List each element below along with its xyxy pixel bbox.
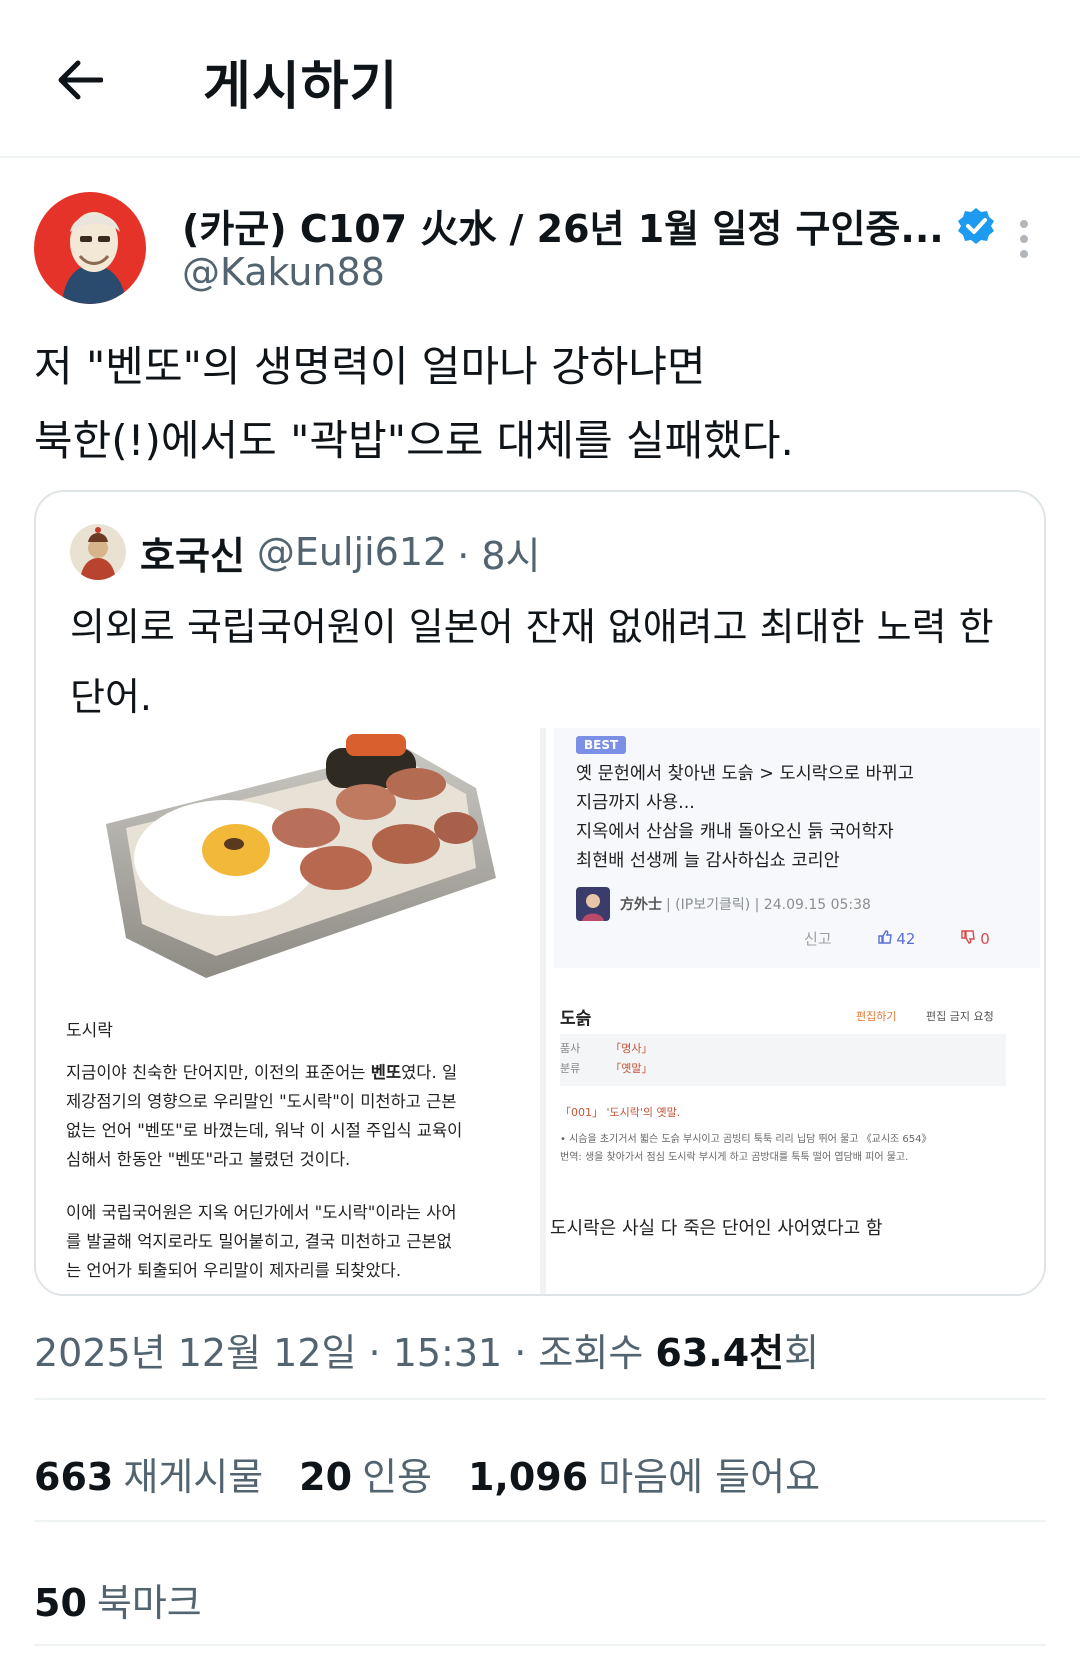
author-name-text: (카군) C107 火水 / 26년 1월 일정 구인중... xyxy=(182,207,944,251)
comment-actions: 신고 42 0 xyxy=(804,928,990,949)
bento-lunchbox-image xyxy=(106,734,496,978)
quoted-author-name: 호국신 xyxy=(140,533,245,578)
more-options-icon-dot xyxy=(1020,235,1028,243)
like-icon xyxy=(877,929,892,944)
image-caption: 도시락은 사실 다 죽은 단어인 사어였다고 함 xyxy=(550,1218,883,1239)
commenter-avatar-image xyxy=(576,887,610,921)
divider xyxy=(34,1644,1046,1646)
comment-line: 최현배 선생께 늘 감사하십쇼 코리안 xyxy=(576,851,840,871)
comment-line: 옛 문헌에서 찾아낸 도슭 > 도시락으로 바뀌고 xyxy=(576,764,914,784)
tweet-author: (카군) C107 火水 / 26년 1월 일정 구인중... @Kakun88 xyxy=(34,190,1044,310)
likes-label: 마음에 들어요 xyxy=(598,1455,821,1499)
article-paragraph-1: 지금이야 친숙한 단어지만, 이전의 표준어는 벤또였다. 일 제강점기의 영향… xyxy=(66,1058,516,1174)
view-count: 63.4천 xyxy=(655,1331,785,1375)
article-heading: 도시락 xyxy=(66,1021,113,1041)
article-text: 지금이야 친숙한 단어지만, 이전의 표준어는 xyxy=(66,1063,371,1082)
divider xyxy=(34,1520,1046,1522)
reposts-count: 663 xyxy=(34,1455,114,1499)
article-text: 를 발굴해 억지로라도 밀어붙히고, 결국 미천하고 근본없 xyxy=(66,1232,452,1251)
quoted-text-line: 단어. xyxy=(70,675,152,719)
back-button[interactable] xyxy=(50,52,110,108)
media-image-left[interactable]: 도시락 지금이야 친숙한 단어지만, 이전의 표준어는 벤또였다. 일 제강점기… xyxy=(36,728,540,1294)
comment-line: 지옥에서 산삼을 캐내 돌아오신 듥 국어학자 xyxy=(576,822,894,842)
author-name[interactable]: (카군) C107 火水 / 26년 1월 일정 구인중... xyxy=(182,198,996,253)
dictionary-example: • 시슴을 초기거서 뷟슨 도슭 부시이고 곰빙티 툭툭 리리 닙담 뛰어 물고… xyxy=(560,1134,932,1145)
comment-meta: 方外士 | (IP보기클릭) | 24.09.15 05:38 xyxy=(576,886,871,922)
reposts-stat[interactable]: 663 재게시물 xyxy=(34,1446,263,1501)
quoted-author-avatar xyxy=(70,524,126,580)
article-text: 는 언어가 퇴출되어 우리말이 제자리를 되찾았다. xyxy=(66,1261,402,1280)
avatar-image xyxy=(34,192,146,304)
comment-meta-info: | (IP보기클릭) | 24.09.15 05:38 xyxy=(666,897,871,913)
dislike-count: 0 xyxy=(961,929,990,948)
report-label: 신고 xyxy=(804,930,832,948)
quoted-author-handle: @Eulji612 xyxy=(256,530,448,574)
article-text: 제강점기의 영향으로 우리말인 "도시락"이 미천하고 근본 xyxy=(66,1092,457,1111)
reposts-label: 재게시물 xyxy=(123,1455,264,1499)
more-options-button[interactable] xyxy=(1009,214,1039,264)
more-options-icon-dot xyxy=(1020,250,1028,258)
article-text: 심해서 한동안 "벤또"라고 불렸던 것이다. xyxy=(66,1150,351,1169)
dictionary-translation: 번역: 생을 찾아가서 점심 도시락 부시게 하고 곰방대를 툭툭 떨어 엽담배… xyxy=(560,1152,909,1163)
dictionary-row-value: 「옛말」 xyxy=(610,1062,653,1075)
quoted-tweet-text: 의외로 국립국어원이 일본어 잔재 없애려고 최대한 노력 한 단어. xyxy=(70,592,1030,732)
comment-line: 지금까지 사용... xyxy=(576,793,695,813)
article-bold-text: 벤또 xyxy=(370,1063,402,1082)
tweet-text-line: 저 "벤또"의 생명력이 얼마나 강하냐면 xyxy=(34,342,706,391)
like-count: 42 xyxy=(877,929,916,948)
quoted-tweet-time: · 8시 xyxy=(457,533,541,578)
article-paragraph-2: 이에 국립국어원은 지옥 어딘가에서 "도시락"이라는 사어 를 발굴해 억지로… xyxy=(66,1198,516,1285)
verified-badge-icon xyxy=(957,207,994,244)
bookmarks-label: 북마크 xyxy=(96,1581,202,1625)
commenter-avatar xyxy=(576,887,610,921)
quotes-stat[interactable]: 20 인용 xyxy=(299,1446,432,1501)
tweet-text: 저 "벤또"의 생명력이 얼마나 강하냐면 북한(!)에서도 "곽밥"으로 대체… xyxy=(34,330,1034,478)
engagement-stats: 663 재게시물 20 인용 1,096 마음에 들어요 xyxy=(34,1446,820,1501)
tweet-text-line: 북한(!)에서도 "곽밥"으로 대체를 실패했다. xyxy=(34,416,794,465)
comment-screenshot: BEST 옛 문헌에서 찾아낸 도슭 > 도시락으로 바뀌고 지금까지 사용..… xyxy=(554,728,1040,968)
media-image-right[interactable]: BEST 옛 문헌에서 찾아낸 도슭 > 도시락으로 바뀌고 지금까지 사용..… xyxy=(546,728,1044,1294)
dictionary-entry-title: 도슭 xyxy=(560,1009,592,1029)
dictionary-row-key: 품사 xyxy=(560,1042,581,1055)
timestamp-date: 2025년 12월 12일 · 15:31 · 조회수 xyxy=(34,1331,656,1375)
bookmarks-count: 50 xyxy=(34,1581,87,1625)
bookmarks-stat[interactable]: 50 북마크 xyxy=(34,1572,202,1627)
view-count-suffix: 회 xyxy=(784,1331,820,1375)
divider xyxy=(34,1398,1046,1400)
dictionary-row-value: 「명사」 xyxy=(610,1042,653,1055)
quoted-media: 도시락 지금이야 친숙한 단어지만, 이전의 표준어는 벤또였다. 일 제강점기… xyxy=(36,728,1044,1294)
likes-count: 1,096 xyxy=(467,1455,589,1499)
article-text: 이에 국립국어원은 지옥 어딘가에서 "도시락"이라는 사어 xyxy=(66,1203,457,1222)
quoted-tweet-header: 호국신 @Eulji612 · 8시 xyxy=(70,522,540,582)
quoted-tweet-card[interactable]: 호국신 @Eulji612 · 8시 의외로 국립국어원이 일본어 잔재 없애려… xyxy=(34,490,1046,1296)
page-title: 게시하기 xyxy=(203,57,399,117)
quoted-avatar-image xyxy=(70,524,126,580)
best-badge: BEST xyxy=(576,736,627,754)
dictionary-row: 품사 「명사」 xyxy=(560,1040,653,1056)
dislike-icon xyxy=(961,929,976,944)
article-text: 였다. 일 xyxy=(401,1063,458,1082)
tweet-timestamp[interactable]: 2025년 12월 12일 · 15:31 · 조회수 63.4천회 xyxy=(34,1322,819,1377)
author-handle[interactable]: @Kakun88 xyxy=(182,250,385,294)
article-text: 없는 언어 "벤또"로 바꼈는데, 워낙 이 시절 주입식 교육이 xyxy=(66,1121,463,1140)
more-options-icon xyxy=(1020,220,1028,228)
top-app-bar: 게시하기 xyxy=(0,0,1080,158)
quotes-label: 인용 xyxy=(362,1455,432,1499)
dictionary-definition: 「001」 '도시락'의 옛말. xyxy=(560,1106,681,1119)
author-avatar[interactable] xyxy=(34,192,146,304)
quotes-count: 20 xyxy=(299,1455,353,1499)
commenter-name: 方外士 xyxy=(620,897,662,913)
quoted-text-line: 의외로 국립국어원이 일본어 잔재 없애려고 최대한 노력 한 xyxy=(70,605,994,649)
dictionary-row-key: 분류 xyxy=(560,1062,581,1075)
back-arrow-icon xyxy=(58,60,103,100)
dictionary-edit-link: 편집하기 xyxy=(856,1010,897,1023)
like-count-value: 42 xyxy=(896,929,916,948)
dictionary-noedit-link: 편집 금지 요청 xyxy=(926,1010,994,1023)
dislike-count-value: 0 xyxy=(980,929,990,948)
dictionary-row: 분류 「옛말」 xyxy=(560,1060,653,1076)
likes-stat[interactable]: 1,096 마음에 들어요 xyxy=(468,1446,820,1501)
